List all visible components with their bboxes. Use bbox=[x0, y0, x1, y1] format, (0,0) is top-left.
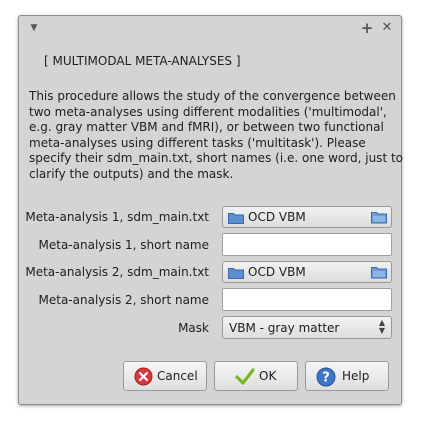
help-label: Help bbox=[342, 369, 370, 383]
plus-icon[interactable]: + bbox=[359, 20, 375, 36]
ma2-file-chooser[interactable]: OCD VBM bbox=[222, 261, 392, 283]
description-line: clarify the outputs) and the mask. bbox=[29, 166, 234, 181]
description-line: e.g. gray matter VBM and fMRI), or betwe… bbox=[29, 120, 384, 134]
ma2-name-field[interactable] bbox=[222, 288, 392, 311]
open-folder-icon[interactable] bbox=[371, 211, 387, 224]
cancel-label: Cancel bbox=[157, 369, 198, 383]
ma1-file-value: OCD VBM bbox=[248, 210, 306, 224]
ma1-file-label: Meta-analysis 1, sdm_main.txt bbox=[25, 210, 209, 224]
updown-arrows-icon: ▲ ▼ bbox=[378, 318, 385, 335]
description: This procedure allows the study of the c… bbox=[29, 89, 404, 182]
ma2-name-label: Meta-analysis 2, short name bbox=[38, 293, 209, 307]
ma1-name-field[interactable] bbox=[222, 233, 392, 256]
folder-icon bbox=[228, 268, 244, 279]
dialog-heading: [ MULTIMODAL META-ANALYSES ] bbox=[44, 54, 241, 68]
mask-select[interactable]: VBM - gray matter ▲ ▼ bbox=[222, 316, 392, 339]
ma2-file-value: OCD VBM bbox=[248, 265, 306, 279]
cancel-icon bbox=[134, 367, 153, 386]
mask-value: VBM - gray matter bbox=[229, 321, 340, 335]
open-folder-icon[interactable] bbox=[371, 266, 387, 279]
ma1-name-label: Meta-analysis 1, short name bbox=[38, 238, 209, 252]
description-line: two meta-analyses using different modali… bbox=[29, 104, 387, 119]
description-line: specify their sdm_main.txt, short names … bbox=[29, 151, 404, 165]
cancel-button[interactable]: Cancel bbox=[123, 361, 207, 391]
ma2-file-label: Meta-analysis 2, sdm_main.txt bbox=[25, 265, 209, 279]
checkmark-icon bbox=[235, 368, 255, 385]
description-line: meta-analyses using different tasks ('mu… bbox=[29, 135, 366, 150]
close-icon[interactable]: ✕ bbox=[379, 20, 395, 36]
ok-label: OK bbox=[259, 369, 277, 383]
help-icon: ? bbox=[316, 367, 336, 387]
description-line: This procedure allows the study of the c… bbox=[29, 89, 396, 103]
dialog-window: ▼ + ✕ [ MULTIMODAL META-ANALYSES ] This … bbox=[18, 15, 404, 405]
folder-icon bbox=[228, 213, 244, 224]
svg-text:?: ? bbox=[322, 371, 330, 386]
ok-button[interactable]: OK bbox=[214, 361, 298, 391]
ma1-file-chooser[interactable]: OCD VBM bbox=[222, 206, 392, 228]
titlebar: ▼ + ✕ bbox=[19, 16, 401, 42]
help-button[interactable]: ? Help bbox=[305, 361, 389, 391]
mask-label: Mask bbox=[178, 321, 209, 335]
chevron-down-icon[interactable]: ▼ bbox=[26, 20, 42, 36]
